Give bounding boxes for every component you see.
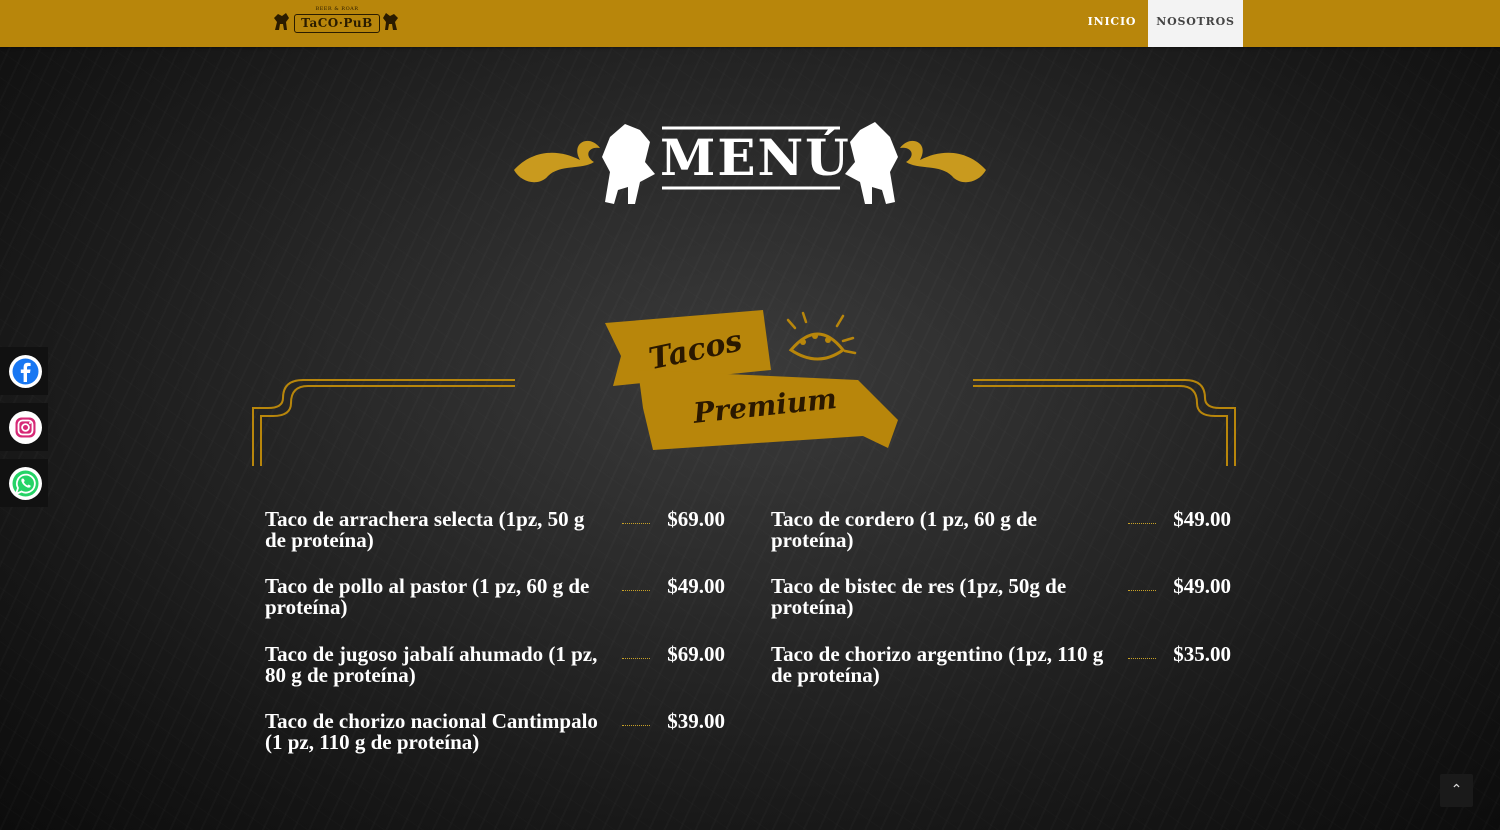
menu-item-price: $69.00 — [667, 507, 725, 531]
menu-title: MENÚ — [660, 128, 851, 187]
menu-item: Taco de pollo al pastor (1 pz, 60 g de p… — [265, 576, 725, 626]
dotted-leader — [1128, 650, 1156, 659]
menu-item-price: $49.00 — [1173, 574, 1231, 598]
nav-inicio[interactable]: INICIO — [1080, 0, 1144, 47]
facebook-icon — [9, 355, 42, 388]
menu-item-name: Taco de chorizo argentino (1pz, 110 g de… — [771, 642, 1104, 687]
menu-item: Taco de chorizo nacional Cantimpalo (1 p… — [265, 711, 725, 761]
whatsapp-link[interactable] — [0, 459, 48, 507]
taco-pub-logo[interactable]: BEER & ROAR TaCO·PuB — [272, 6, 400, 36]
menu-item: Taco de bistec de res (1pz, 50g de prote… — [771, 576, 1231, 626]
dotted-leader — [622, 582, 650, 591]
menu-item-price: $49.00 — [1173, 507, 1231, 531]
whatsapp-icon — [9, 467, 42, 500]
nav-nosotros[interactable]: NOSOTROS — [1148, 0, 1243, 47]
menu-item-price: $39.00 — [667, 709, 725, 733]
menu-item-price: $35.00 — [1173, 642, 1231, 666]
menu-item-name: Taco de chorizo nacional Cantimpalo (1 p… — [265, 709, 598, 754]
dotted-leader — [622, 717, 650, 726]
logo-wordmark: TaCO·PuB — [294, 14, 380, 33]
menu-item-price: $49.00 — [667, 574, 725, 598]
menu-heading: MENÚ — [510, 112, 990, 212]
menu-item-name: Taco de jugoso jabalí ahumado (1 pz, 80 … — [265, 642, 598, 687]
instagram-icon — [9, 411, 42, 444]
dotted-leader — [622, 515, 650, 524]
facebook-link[interactable] — [0, 347, 48, 395]
dotted-leader — [622, 650, 650, 659]
menu-item-name: Taco de bistec de res (1pz, 50g de prote… — [771, 574, 1067, 619]
menu-item-name: Taco de arrachera selecta (1pz, 50 g de … — [265, 507, 585, 552]
boar-icon — [383, 13, 398, 30]
menu-item-price: $69.00 — [667, 642, 725, 666]
dotted-leader — [1128, 582, 1156, 591]
logo-subtitle: BEER & ROAR — [315, 6, 359, 12]
chevron-up-icon: ⌃ — [1450, 782, 1463, 798]
menu-item: Taco de chorizo argentino (1pz, 110 g de… — [771, 644, 1231, 694]
scroll-to-top-button[interactable]: ⌃ — [1440, 774, 1473, 807]
menu-item: Taco de jugoso jabalí ahumado (1 pz, 80 … — [265, 644, 725, 694]
menu-item: Taco de cordero (1 pz, 60 g de proteína)… — [771, 509, 1231, 559]
top-navbar: BEER & ROAR TaCO·PuB INICIO NOSOTROS — [0, 0, 1500, 47]
menu-item: Taco de arrachera selecta (1pz, 50 g de … — [265, 509, 725, 559]
dotted-leader — [1128, 515, 1156, 524]
instagram-link[interactable] — [0, 403, 48, 451]
section-banner-tacos-premium: Tacos Premium — [243, 308, 1245, 468]
menu-item-name: Taco de cordero (1 pz, 60 g de proteína) — [771, 507, 1037, 552]
menu-item-name: Taco de pollo al pastor (1 pz, 60 g de p… — [265, 574, 590, 619]
boar-icon — [274, 13, 289, 30]
